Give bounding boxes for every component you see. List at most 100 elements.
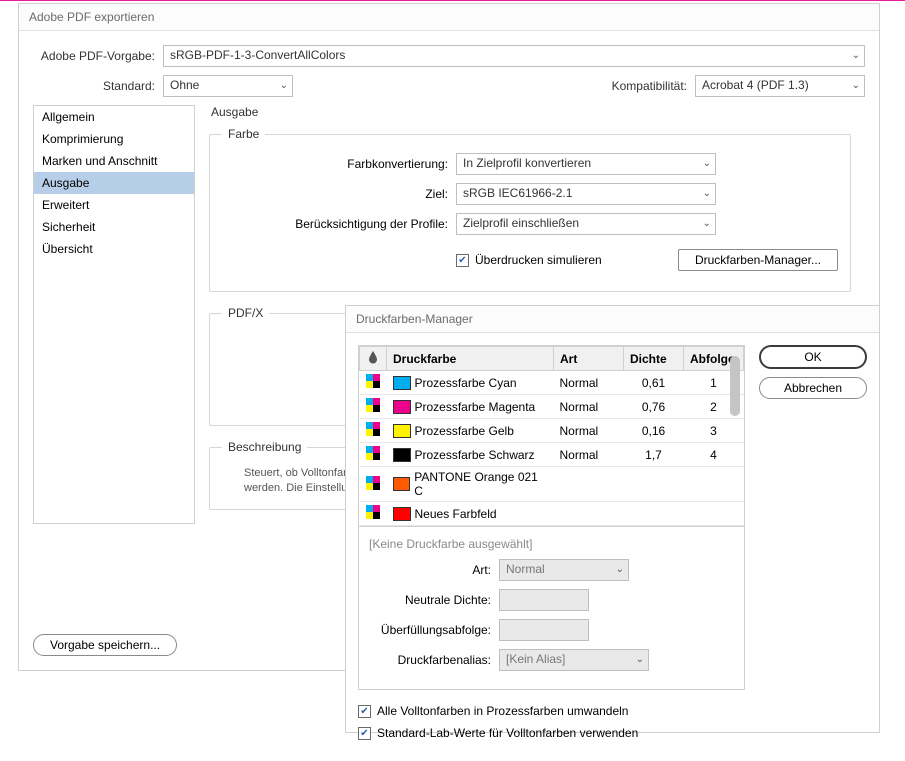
cmyk-icon xyxy=(366,374,380,388)
col-density[interactable]: Dichte xyxy=(624,347,684,371)
ink-row[interactable]: PANTONE Orange 021 C xyxy=(360,467,744,502)
chevron-down-icon: ⌄ xyxy=(703,188,711,199)
standard-value: Ohne xyxy=(170,78,199,92)
ink-drop-icon xyxy=(366,350,380,364)
conv-select[interactable]: In Zielprofil konvertieren ⌄ xyxy=(456,153,716,175)
ink-manager-dialog: Druckfarben-Manager Druckfarbe Art Dicht… xyxy=(345,305,880,733)
col-ink[interactable]: Druckfarbe xyxy=(387,347,554,371)
ink-density: 0,16 xyxy=(624,419,684,443)
ink-row[interactable]: Prozessfarbe SchwarzNormal1,74 xyxy=(360,443,744,467)
ink-row[interactable]: Prozessfarbe MagentaNormal0,762 xyxy=(360,395,744,419)
ink-density: 1,7 xyxy=(624,443,684,467)
chevron-down-icon: ⌄ xyxy=(852,50,860,61)
overprint-checkbox[interactable]: Überdrucken simulieren xyxy=(456,253,602,267)
ink-type xyxy=(554,467,624,502)
ink-density xyxy=(624,502,684,526)
preset-value: sRGB-PDF-1-3-ConvertAllColors xyxy=(170,48,345,62)
ink-name: Prozessfarbe Gelb xyxy=(415,424,514,438)
ink-name: Neues Farbfeld xyxy=(415,507,497,521)
ink-dialog-title: Druckfarben-Manager xyxy=(346,306,879,333)
color-swatch xyxy=(393,376,411,390)
conv-value: In Zielprofil konvertieren xyxy=(463,156,591,170)
trap-label: Überfüllungsabfolge: xyxy=(369,623,499,637)
checkbox-icon xyxy=(358,727,371,740)
ink-type xyxy=(554,502,624,526)
sidebar-item-ausgabe[interactable]: Ausgabe xyxy=(34,172,194,194)
chevron-down-icon: ⌄ xyxy=(703,218,711,229)
alias-select[interactable]: [Kein Alias]⌄ xyxy=(499,649,649,671)
ok-button[interactable]: OK xyxy=(759,345,867,369)
table-scrollbar[interactable] xyxy=(729,346,741,526)
cmyk-icon xyxy=(366,505,380,519)
standard-label: Standard: xyxy=(33,79,163,93)
ink-row[interactable]: Prozessfarbe CyanNormal0,611 xyxy=(360,371,744,395)
category-sidebar: AllgemeinKomprimierungMarken und Anschni… xyxy=(33,105,195,524)
ink-name: PANTONE Orange 021 C xyxy=(414,470,547,498)
profile-label: Berücksichtigung der Profile: xyxy=(222,217,456,231)
preset-select[interactable]: sRGB-PDF-1-3-ConvertAllColors ⌄ xyxy=(163,45,865,67)
type-select[interactable]: Normal⌄ xyxy=(499,559,629,581)
cmyk-icon xyxy=(366,422,380,436)
ink-type: Normal xyxy=(554,443,624,467)
ink-row[interactable]: Neues Farbfeld xyxy=(360,502,744,526)
guide-line xyxy=(0,0,905,1)
lab-values-label: Standard-Lab-Werte für Volltonfarben ver… xyxy=(377,726,638,740)
dest-select[interactable]: sRGB IEC61966-2.1 ⌄ xyxy=(456,183,716,205)
trap-input[interactable] xyxy=(499,619,589,641)
alias-label: Druckfarbenalias: xyxy=(369,653,499,667)
scrollbar-thumb[interactable] xyxy=(730,356,740,416)
convert-spot-checkbox[interactable]: Alle Volltonfarben in Prozessfarben umwa… xyxy=(358,704,745,718)
dest-label: Ziel: xyxy=(222,187,456,201)
ink-density xyxy=(624,467,684,502)
conv-label: Farbkonvertierung: xyxy=(222,157,456,171)
description-legend: Beschreibung xyxy=(222,440,307,454)
ink-row[interactable]: Prozessfarbe GelbNormal0,163 xyxy=(360,419,744,443)
standard-select[interactable]: Ohne ⌄ xyxy=(163,75,293,97)
type-label: Art: xyxy=(369,563,499,577)
sidebar-item-erweitert[interactable]: Erweitert xyxy=(34,194,194,216)
overprint-label: Überdrucken simulieren xyxy=(475,253,602,267)
ink-details-form: [Keine Druckfarbe ausgewählt] Art: Norma… xyxy=(358,526,745,690)
lab-values-checkbox[interactable]: Standard-Lab-Werte für Volltonfarben ver… xyxy=(358,726,745,740)
col-type[interactable]: Art xyxy=(554,347,624,371)
color-legend: Farbe xyxy=(222,127,265,141)
ink-type: Normal xyxy=(554,371,624,395)
ink-density: 0,61 xyxy=(624,371,684,395)
ink-type: Normal xyxy=(554,395,624,419)
ink-manager-button[interactable]: Druckfarben-Manager... xyxy=(678,249,838,271)
ink-type: Normal xyxy=(554,419,624,443)
pdfx-legend: PDF/X xyxy=(222,306,269,320)
compat-select[interactable]: Acrobat 4 (PDF 1.3) ⌄ xyxy=(695,75,865,97)
preset-label: Adobe PDF-Vorgabe: xyxy=(33,49,163,63)
ink-name: Prozessfarbe Schwarz xyxy=(415,448,535,462)
compat-label: Kompatibilität: xyxy=(612,79,695,93)
cmyk-icon xyxy=(366,398,380,412)
chevron-down-icon: ⌄ xyxy=(703,158,711,169)
panel-title: Ausgabe xyxy=(211,105,853,119)
color-swatch xyxy=(393,477,411,491)
sidebar-item-übersicht[interactable]: Übersicht xyxy=(34,238,194,260)
ink-table: Druckfarbe Art Dichte Abfolge Prozessfar… xyxy=(359,346,744,526)
cancel-button[interactable]: Abbrechen xyxy=(759,377,867,399)
color-swatch xyxy=(393,507,411,521)
nd-label: Neutrale Dichte: xyxy=(369,593,499,607)
profile-value: Zielprofil einschließen xyxy=(463,216,579,230)
color-fieldset: Farbe Farbkonvertierung: In Zielprofil k… xyxy=(209,127,851,292)
ink-density: 0,76 xyxy=(624,395,684,419)
color-swatch xyxy=(393,424,411,438)
save-preset-button[interactable]: Vorgabe speichern... xyxy=(33,634,177,656)
convert-spot-label: Alle Volltonfarben in Prozessfarben umwa… xyxy=(377,704,628,718)
profile-select[interactable]: Zielprofil einschließen ⌄ xyxy=(456,213,716,235)
color-swatch xyxy=(393,448,411,462)
dest-value: sRGB IEC61966-2.1 xyxy=(463,186,572,200)
checkbox-icon xyxy=(358,705,371,718)
sidebar-item-komprimierung[interactable]: Komprimierung xyxy=(34,128,194,150)
sidebar-item-marken-und-anschnitt[interactable]: Marken und Anschnitt xyxy=(34,150,194,172)
nd-input[interactable] xyxy=(499,589,589,611)
compat-value: Acrobat 4 (PDF 1.3) xyxy=(702,78,809,92)
chevron-down-icon: ⌄ xyxy=(852,80,860,91)
type-value: Normal xyxy=(506,562,545,576)
sidebar-item-allgemein[interactable]: Allgemein xyxy=(34,106,194,128)
sidebar-item-sicherheit[interactable]: Sicherheit xyxy=(34,216,194,238)
ink-name: Prozessfarbe Cyan xyxy=(415,376,517,390)
